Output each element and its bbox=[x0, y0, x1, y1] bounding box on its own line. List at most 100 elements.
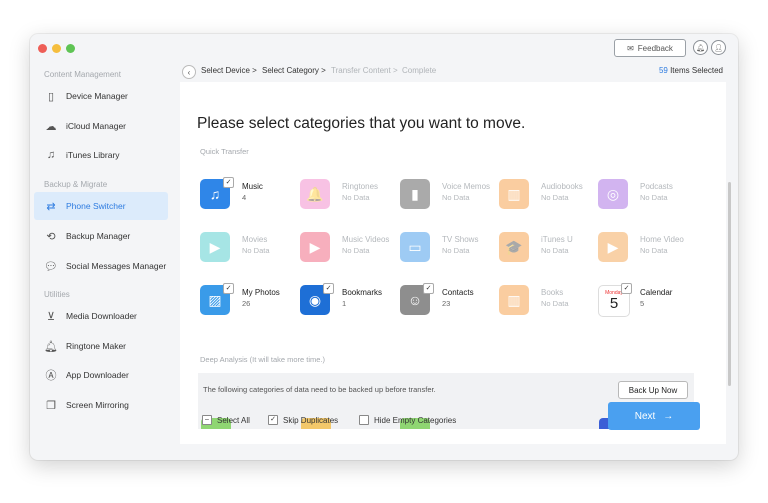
category-itunes-u[interactable]: 🎓 iTunes U No Data bbox=[499, 232, 595, 270]
feedback-label: Feedback bbox=[637, 43, 673, 53]
category-name: Home Video bbox=[640, 235, 684, 244]
checkbox-unchecked bbox=[359, 415, 369, 425]
category-home-video[interactable]: ▶ Home Video No Data bbox=[598, 232, 694, 270]
category-glyph: ◎ bbox=[606, 185, 620, 202]
envelope-icon: ✉ bbox=[627, 43, 634, 53]
section-utilities: Utilities bbox=[44, 290, 70, 299]
category-count: No Data bbox=[541, 193, 569, 202]
category-name: Music bbox=[242, 182, 263, 191]
back-button[interactable]: ‹ bbox=[182, 65, 196, 79]
category-contacts[interactable]: ☺ ✓ Contacts 23 bbox=[400, 283, 496, 323]
checkbox-indeterminate: – bbox=[202, 415, 212, 425]
category-checkbox[interactable]: ✓ bbox=[223, 177, 234, 188]
sidebar-item-social-messages-manager[interactable]: 💬︎ Social Messages Manager bbox=[34, 252, 168, 280]
sidebar-item-label: Device Manager bbox=[66, 91, 128, 101]
category-music[interactable]: ♫ ✓ Music 4 bbox=[200, 177, 296, 217]
category-name: Movies bbox=[242, 235, 268, 244]
category-checkbox[interactable]: ✓ bbox=[423, 283, 434, 294]
sidebar-item-phone-switcher[interactable]: ⇄ Phone Switcher bbox=[34, 192, 168, 220]
category-name: TV Shows bbox=[442, 235, 479, 244]
title-bar: ✉ Feedback 🔔︎ 👤︎ bbox=[30, 34, 738, 62]
sidebar-item-icloud-manager[interactable]: ☁ iCloud Manager bbox=[34, 112, 168, 140]
category-name: Voice Memos bbox=[442, 182, 491, 191]
minimize-window-button[interactable] bbox=[52, 44, 61, 53]
movies-icon: ▶ bbox=[200, 232, 230, 262]
category-count: No Data bbox=[342, 193, 370, 202]
phone-switch-icon: ⇄ bbox=[46, 200, 56, 213]
user-icon[interactable]: 👤︎ bbox=[711, 40, 726, 55]
category-glyph: 🎓 bbox=[505, 238, 523, 255]
category-voice-memos[interactable]: ▮ Voice Memos No Data bbox=[400, 179, 496, 217]
category-bookmarks[interactable]: ◉ ✓ Bookmarks 1 bbox=[300, 283, 396, 323]
category-glyph: ▮ bbox=[411, 185, 419, 202]
sidebar-item-label: iCloud Manager bbox=[66, 121, 127, 131]
category-audiobooks[interactable]: ▥ Audiobooks No Data bbox=[499, 179, 595, 217]
section-content-management: Content Management bbox=[44, 70, 121, 79]
category-name: Audiobooks bbox=[541, 182, 583, 191]
app-window: ✉ Feedback 🔔︎ 👤︎ Content Management ▯ De… bbox=[30, 34, 738, 460]
podcasts-icon: ◎ bbox=[598, 179, 628, 209]
sidebar-item-media-downloader[interactable]: ⊻ Media Downloader bbox=[34, 302, 168, 330]
vertical-scrollbar[interactable] bbox=[728, 182, 731, 386]
zoom-window-button[interactable] bbox=[66, 44, 75, 53]
skip-duplicates-checkbox[interactable]: ✓ Skip Duplicates bbox=[268, 415, 338, 425]
category-name: Podcasts bbox=[640, 182, 673, 191]
category-books[interactable]: ▥ Books No Data bbox=[499, 285, 595, 323]
category-glyph: ▶ bbox=[607, 238, 619, 255]
tv-shows-icon: ▭ bbox=[400, 232, 430, 262]
category-glyph: ☺ bbox=[407, 292, 423, 308]
category-music-videos[interactable]: ▶ Music Videos No Data bbox=[300, 232, 396, 270]
page-title: Please select categories that you want t… bbox=[197, 115, 526, 132]
category-count: No Data bbox=[242, 246, 270, 255]
itunes-u-icon: 🎓 bbox=[499, 232, 529, 262]
category-checkbox[interactable]: ✓ bbox=[323, 283, 334, 294]
category-count: No Data bbox=[541, 246, 569, 255]
breadcrumb-step-select-category: Select Category > bbox=[262, 66, 326, 75]
category-count: No Data bbox=[541, 299, 569, 308]
category-glyph: ▭ bbox=[408, 238, 422, 255]
feedback-button[interactable]: ✉ Feedback bbox=[614, 39, 686, 57]
back-up-now-button[interactable]: Back Up Now bbox=[618, 381, 688, 399]
category-name: iTunes U bbox=[541, 235, 573, 244]
quick-transfer-label: Quick Transfer bbox=[200, 147, 249, 156]
category-count: No Data bbox=[342, 246, 370, 255]
category-count: No Data bbox=[442, 193, 470, 202]
hide-empty-categories-checkbox[interactable]: Hide Empty Categories bbox=[359, 415, 456, 425]
category-ringtones[interactable]: 🔔 Ringtones No Data bbox=[300, 179, 396, 217]
category-my-photos[interactable]: ▨ ✓ My Photos 26 bbox=[200, 283, 296, 323]
books-icon: ▥ bbox=[499, 285, 529, 315]
ringtones-icon: 🔔 bbox=[300, 179, 330, 209]
hide-empty-label: Hide Empty Categories bbox=[374, 415, 457, 425]
sidebar-item-itunes-library[interactable]: ♫ iTunes Library bbox=[34, 141, 168, 169]
home-video-icon: ▶ bbox=[598, 232, 628, 262]
sidebar: Content Management ▯ Device Manager ☁ iC… bbox=[30, 62, 176, 460]
category-checkbox[interactable]: ✓ bbox=[621, 283, 632, 294]
sidebar-item-label: Phone Switcher bbox=[66, 201, 126, 211]
sidebar-item-screen-mirroring[interactable]: ❐ Screen Mirroring bbox=[34, 391, 168, 419]
category-tv-shows[interactable]: ▭ TV Shows No Data bbox=[400, 232, 496, 270]
category-glyph: ▨ bbox=[208, 291, 222, 308]
sidebar-item-ringtone-maker[interactable]: 🔔︎ Ringtone Maker bbox=[34, 332, 168, 360]
breadcrumb-step-transfer-content: Transfer Content > bbox=[331, 66, 398, 75]
select-all-checkbox[interactable]: – Select All bbox=[202, 415, 250, 425]
sidebar-item-app-downloader[interactable]: Ⓐ App Downloader bbox=[34, 361, 168, 389]
cloud-icon: ☁ bbox=[45, 120, 57, 133]
category-movies[interactable]: ▶ Movies No Data bbox=[200, 232, 296, 270]
sidebar-item-label: App Downloader bbox=[66, 370, 129, 380]
category-podcasts[interactable]: ◎ Podcasts No Data bbox=[598, 179, 694, 217]
sidebar-item-device-manager[interactable]: ▯ Device Manager bbox=[34, 82, 168, 110]
category-glyph: ▥ bbox=[507, 291, 521, 308]
category-calendar[interactable]: Monday 5 ✓ Calendar 5 bbox=[598, 283, 694, 323]
bell-icon[interactable]: 🔔︎ bbox=[693, 40, 708, 55]
close-window-button[interactable] bbox=[38, 44, 47, 53]
category-checkbox[interactable]: ✓ bbox=[223, 283, 234, 294]
selected-count: 59 bbox=[658, 66, 668, 75]
sidebar-item-backup-manager[interactable]: ⟲ Backup Manager bbox=[34, 222, 168, 250]
deep-analysis-label: Deep Analysis (It will take more time.) bbox=[200, 355, 326, 364]
category-name: Music Videos bbox=[342, 235, 390, 244]
next-button[interactable]: Next → bbox=[608, 402, 700, 430]
category-glyph: ▶ bbox=[209, 238, 221, 255]
category-glyph: ♫ bbox=[209, 186, 221, 202]
selected-suffix: Items Selected bbox=[670, 66, 723, 75]
sidebar-item-label: iTunes Library bbox=[66, 150, 120, 160]
